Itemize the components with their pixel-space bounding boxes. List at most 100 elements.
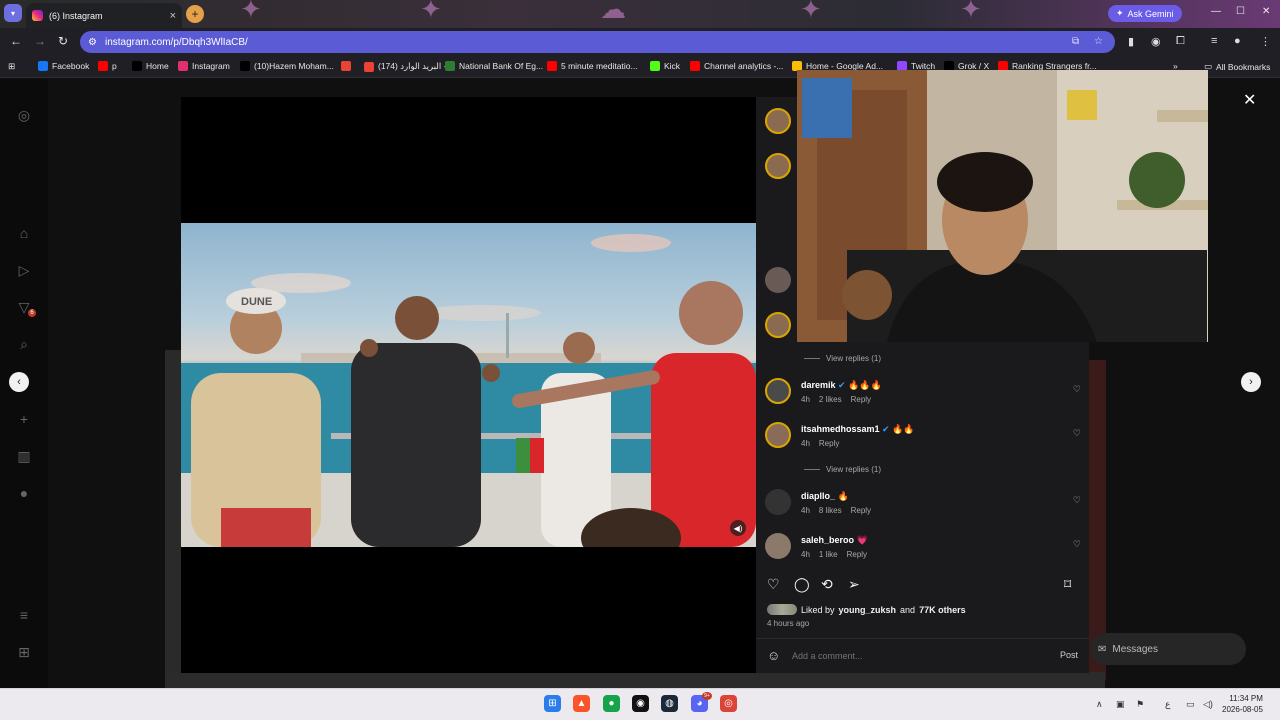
- bookmark-star-icon[interactable]: ☆: [1094, 36, 1103, 47]
- reply-button[interactable]: Reply: [851, 395, 871, 404]
- view-replies-button[interactable]: View replies (1): [804, 354, 881, 363]
- apps-grid-icon[interactable]: ⊞: [8, 61, 15, 72]
- comment-user[interactable]: saleh_beroo 💗: [801, 535, 868, 546]
- bookmark-label: Kick: [664, 61, 681, 71]
- home-icon[interactable]: ⌂: [16, 225, 32, 241]
- messages-button[interactable]: ✉ Messages: [1090, 633, 1246, 665]
- liked-and: and: [900, 604, 916, 615]
- forward-icon[interactable]: →: [34, 34, 46, 48]
- comment-icon[interactable]: ◯: [794, 576, 810, 593]
- input-language[interactable]: ع: [1165, 699, 1170, 710]
- post-comment-button[interactable]: Post: [1060, 650, 1078, 660]
- mute-toggle-icon[interactable]: ◀): [730, 520, 746, 536]
- site-info-icon[interactable]: ⚙: [88, 37, 97, 48]
- bookmark-item[interactable]: [341, 61, 355, 71]
- system-clock[interactable]: 11:34 PM 2026-08-05: [1222, 693, 1263, 715]
- maximize-icon[interactable]: ☐: [1236, 6, 1245, 17]
- tray-app-icon[interactable]: ⚑: [1136, 699, 1144, 710]
- minimize-icon[interactable]: —: [1211, 6, 1221, 17]
- windows-start-icon[interactable]: ⊞: [544, 695, 561, 712]
- chrome-icon[interactable]: ◎: [720, 695, 737, 712]
- commenter-avatar[interactable]: [765, 153, 791, 179]
- emoji-icon[interactable]: ☺: [767, 648, 780, 663]
- back-icon[interactable]: ←: [10, 34, 22, 48]
- new-tab-button[interactable]: +: [186, 5, 204, 23]
- brave-icon[interactable]: ▲: [573, 695, 590, 712]
- like-icon[interactable]: ♡: [767, 576, 780, 593]
- like-comment-icon[interactable]: ♡: [1073, 539, 1081, 550]
- comment-user[interactable]: diapllo_ 🔥: [801, 491, 849, 502]
- liked-others[interactable]: 77K others: [919, 605, 966, 615]
- commenter-avatar[interactable]: [765, 108, 791, 134]
- comment-user[interactable]: daremik ✔ 🔥🔥🔥: [801, 380, 882, 391]
- comment-user[interactable]: itsahmedhossam1 ✔ 🔥🔥: [801, 424, 915, 435]
- instagram-logo-icon[interactable]: ◎: [16, 107, 32, 123]
- like-comment-icon[interactable]: ♡: [1073, 384, 1081, 395]
- like-comment-icon[interactable]: ♡: [1073, 428, 1081, 439]
- bookmark-item[interactable]: 5 minute meditatio...: [547, 61, 638, 71]
- browser-menu-icon[interactable]: ⋮: [1260, 35, 1271, 48]
- share-icon[interactable]: ➢: [848, 576, 860, 593]
- close-tab-icon[interactable]: ×: [170, 10, 176, 22]
- repost-icon[interactable]: ⟲: [821, 576, 833, 593]
- bookmark-item[interactable]: Channel analytics -...: [690, 61, 783, 71]
- threads-icon[interactable]: ⊞: [16, 644, 32, 660]
- bookmark-item[interactable]: (10)Hazem Moham...: [240, 61, 334, 71]
- bookmark-item[interactable]: p: [98, 61, 117, 71]
- profile-icon[interactable]: ●: [16, 485, 32, 501]
- reels-icon[interactable]: ▷: [16, 262, 32, 278]
- next-post-icon[interactable]: ›: [1241, 372, 1261, 392]
- commenter-avatar[interactable]: [765, 312, 791, 338]
- liked-user[interactable]: young_zuksh: [839, 605, 897, 615]
- volume-icon[interactable]: ◁): [1203, 699, 1213, 710]
- install-app-icon[interactable]: ⧉: [1072, 36, 1079, 47]
- tray-app-icon[interactable]: ▣: [1116, 699, 1125, 710]
- verified-badge-icon: ✔: [882, 424, 890, 434]
- liker-avatars[interactable]: [767, 604, 797, 615]
- view-replies-button[interactable]: View replies (1): [804, 465, 881, 474]
- show-hidden-icons[interactable]: ∧: [1096, 699, 1103, 710]
- vpn-icon[interactable]: ◉: [1151, 35, 1161, 48]
- reply-button[interactable]: Reply: [847, 550, 867, 559]
- previous-post-icon[interactable]: ‹: [9, 372, 29, 392]
- bookmark-item[interactable]: Facebook: [38, 61, 89, 71]
- commenter-avatar[interactable]: [765, 489, 791, 515]
- bookmark-item[interactable]: National Bank Of Eg...: [445, 61, 543, 71]
- close-window-icon[interactable]: ✕: [1262, 6, 1270, 17]
- post-video[interactable]: DUNE: [181, 223, 756, 547]
- bookmark-item[interactable]: Home: [132, 61, 169, 71]
- save-icon[interactable]: ⌑: [1064, 576, 1071, 593]
- ask-gemini-button[interactable]: ✦ Ask Gemini: [1108, 5, 1182, 22]
- reply-button[interactable]: Reply: [819, 439, 839, 448]
- profile-avatar-icon[interactable]: ●: [1234, 35, 1241, 47]
- create-icon[interactable]: +: [16, 411, 32, 427]
- close-post-icon[interactable]: ✕: [1243, 90, 1256, 110]
- bookmark-item[interactable]: Instagram: [178, 61, 230, 71]
- address-bar[interactable]: ⚙ instagram.com/p/Dbqh3WlIaCB/: [80, 31, 1115, 53]
- bookmark-item[interactable]: Kick: [650, 61, 680, 71]
- network-icon[interactable]: ▭: [1186, 699, 1195, 710]
- commenter-avatar[interactable]: [765, 378, 791, 404]
- more-menu-icon[interactable]: ≡: [16, 607, 32, 623]
- steam-icon[interactable]: ◍: [661, 695, 678, 712]
- extensions-puzzle-icon[interactable]: ⧠: [1176, 35, 1185, 48]
- media-controls-icon[interactable]: ≡: [1211, 35, 1217, 47]
- commenter-avatar[interactable]: [765, 422, 791, 448]
- search-icon[interactable]: ⌕: [16, 336, 32, 352]
- dashboard-icon[interactable]: ▥: [16, 448, 32, 464]
- commenter-avatar[interactable]: [765, 533, 791, 559]
- theme-decoration: ☁: [600, 0, 626, 24]
- commenter-avatar[interactable]: [765, 267, 791, 293]
- extension-icon[interactable]: ▮: [1128, 35, 1134, 48]
- app-icon[interactable]: ●: [603, 695, 620, 712]
- all-bookmarks[interactable]: ▭ All Bookmarks: [1204, 61, 1270, 72]
- comment-input[interactable]: [792, 648, 1022, 664]
- reply-button[interactable]: Reply: [851, 506, 871, 515]
- bookmark-item[interactable]: (174) البريد الوارد -...: [364, 61, 454, 72]
- tab-instagram[interactable]: (6) Instagram ×: [26, 3, 182, 28]
- reload-icon[interactable]: ↻: [58, 34, 68, 48]
- messages-label: Messages: [1112, 643, 1158, 655]
- like-comment-icon[interactable]: ♡: [1073, 495, 1081, 506]
- tab-search-button[interactable]: ▾: [4, 4, 22, 22]
- obs-icon[interactable]: ◉: [632, 695, 649, 712]
